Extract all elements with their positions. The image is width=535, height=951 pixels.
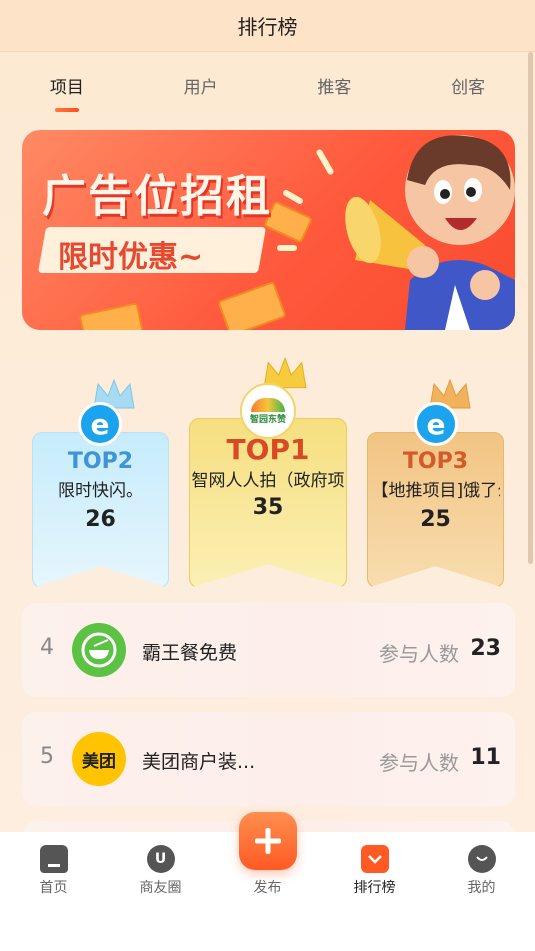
nav-label: 首页 bbox=[39, 880, 68, 896]
tab-users[interactable]: 用户 bbox=[134, 52, 268, 118]
top3-logo-icon: e bbox=[414, 402, 458, 446]
participant-count: 11 bbox=[470, 745, 501, 770]
home-icon-bar bbox=[47, 863, 60, 867]
nav-ranking[interactable]: 排行榜 bbox=[321, 832, 428, 897]
tab-label: 项目 bbox=[49, 77, 84, 98]
megaphone-character-illustration bbox=[345, 135, 515, 330]
chevron-down-icon bbox=[367, 855, 382, 864]
tab-promoters[interactable]: 推客 bbox=[268, 52, 402, 118]
logo-arc bbox=[251, 397, 285, 412]
nav-circle[interactable]: U 商友圈 bbox=[107, 832, 214, 897]
ranking-icon bbox=[360, 845, 389, 873]
top2-card[interactable]: TOP2 限时快闪。 26 bbox=[32, 432, 169, 588]
logo-text: 智园东赞 bbox=[249, 414, 286, 425]
nav-label: 发布 bbox=[253, 880, 282, 896]
scrollbar[interactable] bbox=[528, 52, 533, 564]
home-icon bbox=[39, 845, 68, 873]
project-name: 美团商户装... bbox=[142, 751, 256, 773]
participant-count: 35 bbox=[252, 495, 284, 520]
top2-logo-icon: e bbox=[78, 402, 122, 446]
plus-icon bbox=[255, 828, 281, 854]
ranking-tabs: 项目 用户 推客 创客 bbox=[0, 52, 535, 118]
tab-label: 用户 bbox=[183, 77, 218, 98]
project-name: 智网人人拍（政府项 bbox=[191, 471, 345, 491]
top-header: 排行榜 bbox=[0, 0, 535, 52]
top3-card[interactable]: TOP3 【地推项目]饿了么 25 bbox=[367, 432, 504, 588]
ray-decoration bbox=[277, 245, 297, 251]
ranking-row[interactable]: 4 霸王餐免费 参与人数 23 bbox=[22, 603, 515, 697]
rank-label: TOP3 bbox=[402, 449, 469, 474]
publish-button[interactable] bbox=[239, 812, 297, 870]
ad-banner[interactable]: 广告位招租 限时优惠~ bbox=[22, 130, 515, 330]
smile-glyph bbox=[475, 856, 488, 861]
participant-count: 26 bbox=[85, 507, 116, 532]
nav-label: 我的 bbox=[467, 880, 496, 896]
tab-projects[interactable]: 项目 bbox=[0, 52, 134, 118]
logo-text: 美团 bbox=[82, 751, 116, 772]
participant-count: 25 bbox=[420, 507, 451, 532]
circle-icon: U bbox=[146, 845, 175, 873]
banner-subline: 限时优惠~ bbox=[58, 240, 204, 275]
participant-count: 23 bbox=[470, 636, 501, 661]
nav-label: 商友圈 bbox=[139, 880, 182, 896]
envelope-decoration bbox=[78, 302, 146, 330]
tab-label: 推客 bbox=[317, 77, 352, 98]
project-name: 【地推项目]饿了么 bbox=[371, 481, 500, 501]
top1-card[interactable]: TOP1 智网人人拍（政府项 35 bbox=[189, 418, 347, 588]
project-name: 霸王餐免费 bbox=[142, 642, 238, 664]
nav-label: 排行榜 bbox=[353, 880, 396, 896]
ranking-row[interactable]: 5 美团 美团商户装... 参与人数 11 bbox=[22, 712, 515, 806]
circle-glyph: U bbox=[154, 851, 167, 867]
participant-label: 参与人数 bbox=[379, 751, 459, 775]
top1-logo-icon: 智园东赞 bbox=[240, 383, 296, 439]
bottom-nav: 首页 U 商友圈 发布 排行榜 我的 bbox=[0, 812, 535, 951]
profile-icon bbox=[467, 845, 496, 873]
envelope-decoration bbox=[217, 280, 287, 330]
banner-headline: 广告位招租 bbox=[42, 171, 272, 222]
rank-number: 4 bbox=[40, 635, 54, 660]
rank-number: 5 bbox=[40, 744, 54, 769]
nav-home[interactable]: 首页 bbox=[0, 832, 107, 897]
meituan-logo: 美团 bbox=[72, 732, 126, 786]
rank-label: TOP2 bbox=[67, 449, 134, 474]
bowl-icon bbox=[72, 623, 126, 677]
project-name: 限时快闪。 bbox=[58, 481, 143, 501]
page-title: 排行榜 bbox=[237, 15, 298, 39]
tab-makers[interactable]: 创客 bbox=[401, 52, 535, 118]
nav-profile[interactable]: 我的 bbox=[428, 832, 535, 897]
tab-label: 创客 bbox=[451, 77, 486, 98]
bowl-glyph bbox=[81, 632, 117, 668]
participant-label: 参与人数 bbox=[379, 642, 459, 666]
